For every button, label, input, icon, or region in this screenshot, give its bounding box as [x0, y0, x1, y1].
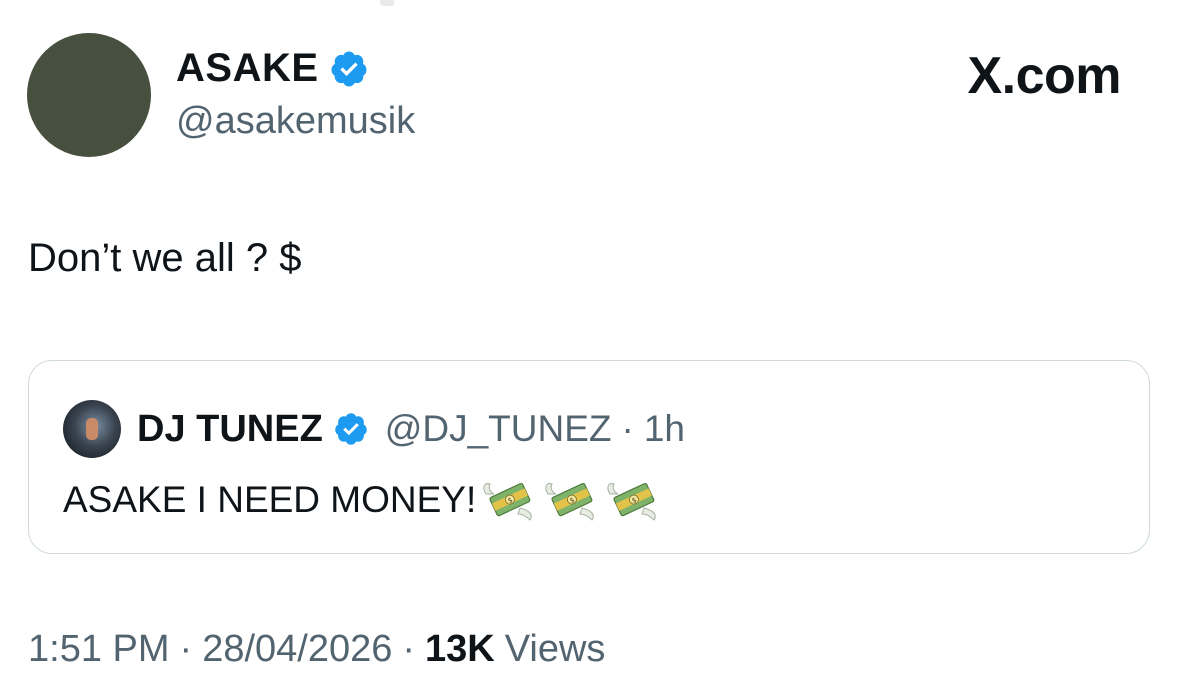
views-count[interactable]: 13K: [425, 628, 495, 671]
quoted-tweet-time[interactable]: 1h: [644, 408, 685, 450]
author-display-name[interactable]: ASAKE: [176, 46, 319, 91]
quoted-tweet-card[interactable]: DJ TUNEZ @DJ_TUNEZ · 1h ASAKE I NEED MON…: [28, 360, 1150, 554]
tweet-meta: 1:51 PM · 28/04/2026 · 13K Views: [28, 628, 605, 671]
tweet-date[interactable]: 28/04/2026: [202, 628, 392, 671]
tweet-text: Don’t we all ? $: [28, 236, 302, 280]
quoted-tweet-text: ASAKE I NEED MONEY!: [63, 479, 477, 520]
verified-badge-icon: [331, 51, 367, 86]
verified-badge-icon: [335, 413, 367, 445]
quoted-tweet-header: DJ TUNEZ @DJ_TUNEZ · 1h: [63, 400, 685, 458]
scroll-edge-fragment: [380, 0, 394, 6]
separator-dot: ·: [621, 408, 634, 449]
quoted-author-display-name[interactable]: DJ TUNEZ: [137, 408, 323, 451]
money-with-wings-icon: $: [545, 482, 595, 521]
brand-wordmark: X.com: [967, 47, 1121, 105]
author-handle[interactable]: @asakemusik: [176, 100, 415, 143]
separator-dot: ·: [402, 628, 416, 670]
quoted-author-avatar[interactable]: [63, 400, 121, 458]
quoted-tweet-text-row: ASAKE I NEED MONEY! $ $ $: [63, 478, 662, 522]
money-with-wings-icon: $: [607, 482, 657, 521]
money-with-wings-icon: $: [483, 482, 533, 521]
tweet-time[interactable]: 1:51 PM: [28, 628, 170, 671]
views-label[interactable]: Views: [505, 628, 606, 671]
quoted-author-handle[interactable]: @DJ_TUNEZ: [385, 408, 612, 450]
separator-dot: ·: [179, 628, 193, 670]
author-name-row: ASAKE: [176, 46, 369, 91]
author-avatar[interactable]: [27, 33, 151, 157]
